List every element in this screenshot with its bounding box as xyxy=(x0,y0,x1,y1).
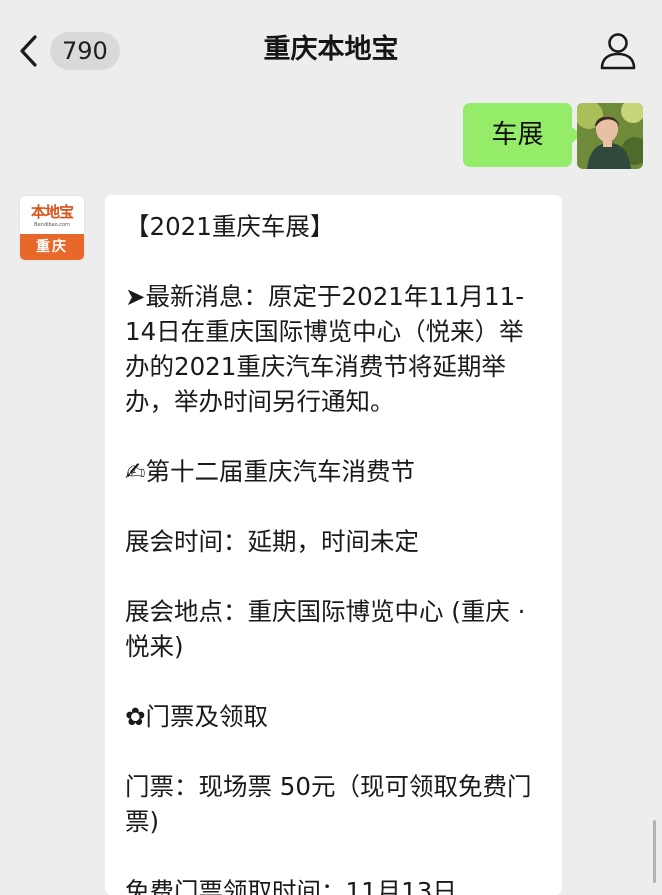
logo-url: Bendibao.com xyxy=(34,222,70,228)
message-heading: 【2021重庆车展】 xyxy=(125,212,335,241)
bendibao-logo: 本地宝 Bendibao.com xyxy=(20,196,84,236)
outgoing-message-bubble[interactable]: 车展 xyxy=(463,103,581,167)
incoming-message-bubble[interactable]: 【2021重庆车展】 ➤最新消息：原定于2021年11月11-14日在重庆国际博… xyxy=(105,195,562,895)
message-latest-news: ➤最新消息：原定于2021年11月11-14日在重庆国际博览中心（悦来）举办的2… xyxy=(125,282,525,416)
outgoing-message-text: 车展 xyxy=(491,120,544,150)
message-ticket-price: 门票：现场票 50元（现可领取免费门票) xyxy=(125,772,532,836)
user-photo-avatar-image xyxy=(577,103,643,169)
chat-title: 重庆本地宝 xyxy=(263,34,399,65)
message-event-name: ✍第十二届重庆汽车消费节 xyxy=(125,457,416,486)
user-profile-icon[interactable] xyxy=(598,31,638,71)
message-ticket-pickup-time: 免费门票领取时间：11月13日 xyxy=(125,877,457,895)
message-ticket-heading: ✿门票及领取 xyxy=(125,702,269,731)
logo-city: 重庆 xyxy=(20,234,84,260)
scrollbar[interactable] xyxy=(653,820,656,883)
official-account-avatar[interactable]: 本地宝 Bendibao.com 重庆 xyxy=(19,195,85,261)
logo-text: 本地宝 xyxy=(30,203,74,221)
my-avatar[interactable] xyxy=(577,103,643,169)
message-event-location: 展会地点：重庆国际博览中心 (重庆 · 悦来) xyxy=(125,597,526,661)
message-event-time: 展会时间：延期，时间未定 xyxy=(125,527,419,556)
navigation-bar: 790 重庆本地宝 xyxy=(0,0,662,100)
